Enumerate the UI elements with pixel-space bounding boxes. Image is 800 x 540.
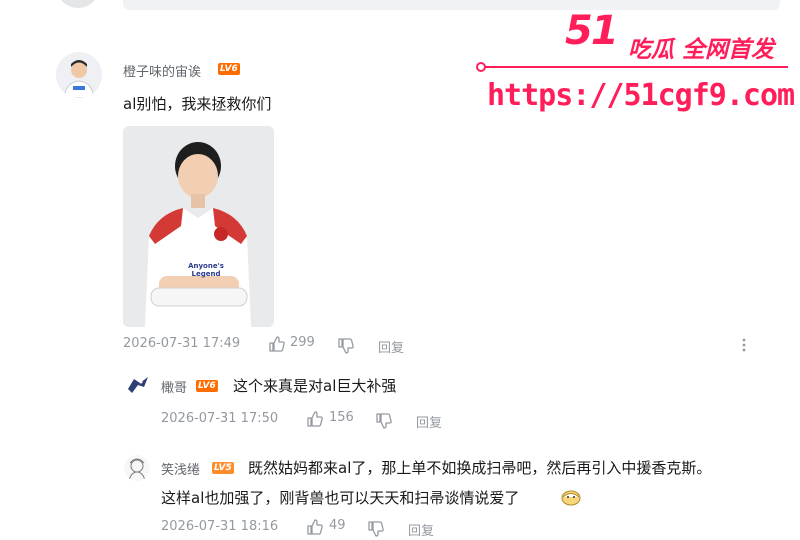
reply-button[interactable]: 回复 <box>408 520 434 539</box>
dislike-icon[interactable] <box>375 412 393 430</box>
dislike-icon[interactable] <box>337 337 355 355</box>
level-badge: LV6 <box>196 380 218 392</box>
reply-time: 2026-07-31 18:16 <box>161 519 279 534</box>
more-vertical-icon[interactable] <box>741 337 747 353</box>
like-icon[interactable] <box>306 518 324 536</box>
watermark-url: https://51cgf9.com <box>487 78 795 113</box>
comment-image[interactable]: Anyone's Legend <box>123 126 274 327</box>
watermark-line <box>478 66 788 68</box>
watermark-number: 51 <box>565 8 619 54</box>
sketch-avatar-icon <box>128 458 146 481</box>
reply-time: 2026-07-31 17:50 <box>161 411 279 426</box>
reply-avatar[interactable] <box>126 373 150 397</box>
dog-head-emoji-icon <box>561 488 581 506</box>
reply-button[interactable]: 回复 <box>378 337 404 356</box>
reply-text: 这样al也加强了，刚背兽也可以天天和扫帚谈情说爱了 <box>161 489 520 507</box>
reply-button[interactable]: 回复 <box>416 412 442 431</box>
like-icon[interactable] <box>306 410 324 428</box>
previous-reply-box <box>123 0 780 10</box>
reply-avatar[interactable] <box>124 455 150 481</box>
reply-username[interactable]: 笑浅绻 <box>161 459 200 478</box>
avatar[interactable] <box>56 52 102 98</box>
reply-username[interactable]: 橄哥 <box>161 377 187 396</box>
bird-avatar-icon <box>128 377 148 393</box>
watermark-dot <box>476 62 486 72</box>
comment-text: al别怕，我来拯救你们 <box>123 95 272 113</box>
dislike-icon[interactable] <box>367 520 385 538</box>
watermark-slogan: 吃瓜 全网首发 <box>628 37 775 63</box>
comment-username[interactable]: 橙子味的宙诶 <box>123 61 201 80</box>
level-badge: LV6 <box>218 63 240 75</box>
reply-text: 既然姑妈都来al了，那上单不如换成扫帚吧，然后再引入中援香克斯。 <box>248 459 712 477</box>
previous-avatar[interactable] <box>56 0 100 8</box>
level-badge: LV5 <box>212 462 234 474</box>
jersey-text: Anyone's Legend <box>188 262 224 278</box>
user-avatar-icon <box>56 52 102 98</box>
reply-text: 这个来真是对al巨大补强 <box>233 377 397 395</box>
player-photo-icon <box>123 126 274 327</box>
like-icon[interactable] <box>268 335 286 353</box>
like-count: 299 <box>290 335 315 350</box>
comment-time: 2026-07-31 17:49 <box>123 336 241 351</box>
like-count: 49 <box>329 518 346 533</box>
like-count: 156 <box>329 410 354 425</box>
